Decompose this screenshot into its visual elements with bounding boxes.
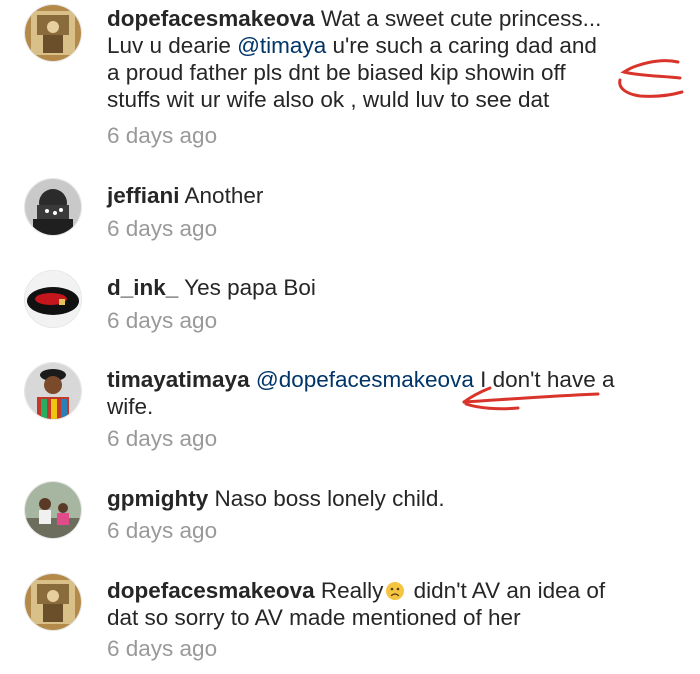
comment-text-segment: Really [320, 578, 384, 603]
comment-text-segment: Naso boss lonely child. [214, 486, 445, 511]
comment-timestamp: 6 days ago [107, 426, 218, 451]
comment-item: jeffiani Another 6 days ago [0, 160, 700, 252]
comment-item: dopefacesmakeova Wat a sweet cute prince… [0, 0, 700, 160]
user-avatar[interactable] [24, 270, 82, 328]
user-avatar[interactable] [24, 178, 82, 236]
comment-body: d_ink_ Yes papa Boi [107, 274, 667, 301]
avatar-d-ink-icon [25, 271, 81, 327]
comment-username[interactable]: dopefacesmakeova [107, 578, 315, 603]
user-mention-link[interactable]: @dopefacesmakeova [256, 367, 474, 392]
comment-timestamp: 6 days ago [107, 518, 218, 543]
comment-text-segment: u're such a caring dad and [326, 33, 597, 58]
user-mention-link[interactable]: @timaya [237, 33, 326, 58]
comment-text: Another [185, 183, 264, 208]
user-avatar[interactable] [24, 573, 82, 631]
comment-body: jeffiani Another [107, 182, 667, 209]
comment-timestamp: 6 days ago [107, 123, 218, 148]
comment-text-segment: didn't AV an idea of [407, 578, 606, 603]
disappointed-face-icon [386, 582, 405, 600]
comment-text-segment: I don't have a [473, 367, 615, 392]
comment-item: dopefacesmakeova Really didn't AV an ide… [0, 556, 700, 674]
user-avatar[interactable] [24, 4, 82, 62]
user-avatar[interactable] [24, 362, 82, 420]
comment-timestamp: 6 days ago [107, 308, 218, 333]
avatar-gpmighty-icon [25, 482, 81, 538]
comment-body: gpmighty Naso boss lonely child. [107, 485, 667, 512]
comment-username[interactable]: gpmighty [107, 486, 208, 511]
comment-timestamp: 6 days ago [107, 216, 218, 241]
comment-text-segment: Luv u dearie [107, 33, 238, 58]
comment-body: dopefacesmakeova Wat a sweet cute prince… [107, 5, 667, 113]
avatar-timayatimaya-icon [25, 363, 81, 419]
avatar-jeffiani-icon [25, 179, 81, 235]
avatar-dopefacesmakeova-icon [25, 574, 81, 630]
comment-text-segment: stuffs wit ur wife also ok , wuld luv to… [107, 87, 550, 112]
comment-body: dopefacesmakeova Really didn't AV an ide… [107, 577, 667, 631]
comment-item: d_ink_ Yes papa Boi 6 days ago [0, 252, 700, 344]
comment-text-segment: Wat a sweet cute princess... [320, 6, 602, 31]
comment-text-segment: Yes papa Boi [184, 275, 316, 300]
comment-username[interactable]: timayatimaya [107, 367, 250, 392]
user-avatar[interactable] [24, 481, 82, 539]
comment-text-segment: dat so sorry to AV made mentioned of her [107, 605, 521, 630]
comment-text: Yes papa Boi [184, 275, 316, 300]
avatar-dopefacesmakeova-icon [25, 5, 81, 61]
comment-body: timayatimaya @dopefacesmakeova I don't h… [107, 366, 667, 420]
comment-timestamp: 6 days ago [107, 636, 218, 661]
comment-text: Naso boss lonely child. [215, 486, 445, 511]
comment-item: timayatimaya @dopefacesmakeova I don't h… [0, 344, 700, 464]
comment-item: gpmighty Naso boss lonely child. 6 days … [0, 464, 700, 556]
comment-text-segment: a proud father pls dnt be biased kip sho… [107, 60, 566, 85]
comment-text-segment: wife. [107, 394, 154, 419]
comment-username[interactable]: dopefacesmakeova [107, 6, 315, 31]
comment-username[interactable]: d_ink_ [107, 275, 178, 300]
comment-username[interactable]: jeffiani [107, 183, 180, 208]
comment-text-segment: Another [184, 183, 264, 208]
